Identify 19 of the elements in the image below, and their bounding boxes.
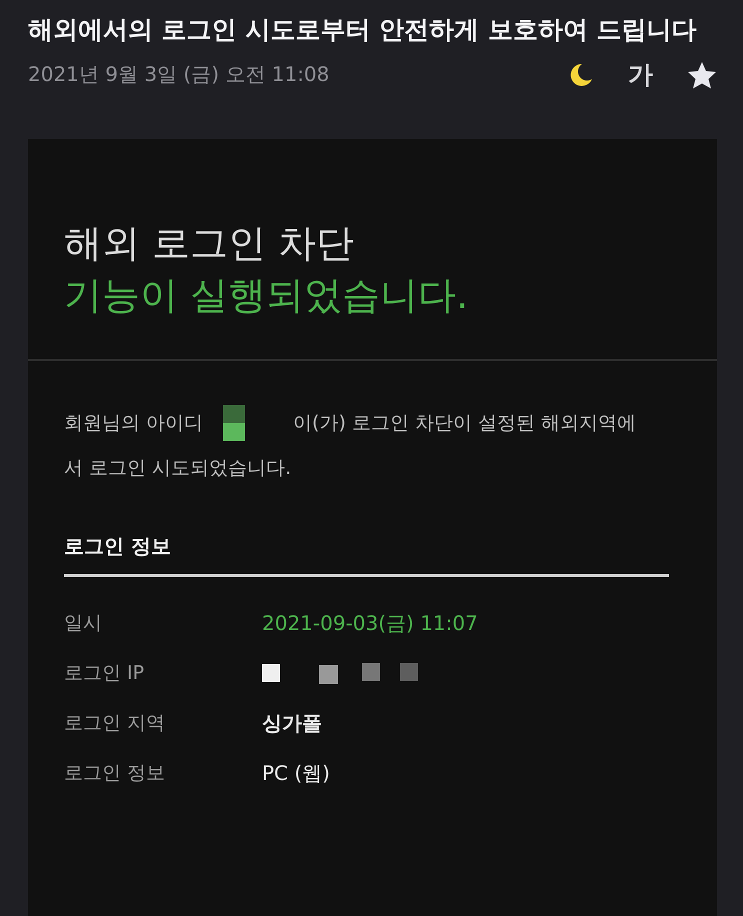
info-value: 싱가폴 — [262, 710, 322, 736]
star-icon[interactable] — [687, 60, 717, 88]
font-size-button[interactable]: 가 — [628, 58, 653, 91]
mail-date: 2021년 9월 3일 (금) 오전 11:08 — [28, 61, 330, 88]
message-text: 회원님의 아이디 — [64, 411, 204, 436]
info-label: 로그인 IP — [64, 661, 146, 686]
info-value: PC (웹) — [262, 760, 330, 786]
mail-subject: 해외에서의 로그인 시도로부터 안전하게 보호하여 드립니다 — [28, 14, 698, 46]
info-label: 로그인 정보 — [64, 761, 166, 786]
redaction-mosaic — [223, 405, 246, 441]
message-text: 서 로그인 시도되었습니다. — [64, 456, 292, 481]
info-label: 로그인 지역 — [64, 711, 166, 736]
info-label: 일시 — [64, 611, 103, 636]
section-title: 로그인 정보 — [64, 533, 669, 577]
headline-accent: 기능이 실행되었습니다. — [64, 272, 470, 319]
moon-icon[interactable] — [568, 62, 594, 88]
message-text: 이(가) 로그인 차단이 설정된 해외지역에 — [293, 411, 636, 436]
info-value: 2021-09-03(금) 11:07 — [262, 610, 478, 636]
headline: 해외 로그인 차단 — [64, 220, 356, 267]
